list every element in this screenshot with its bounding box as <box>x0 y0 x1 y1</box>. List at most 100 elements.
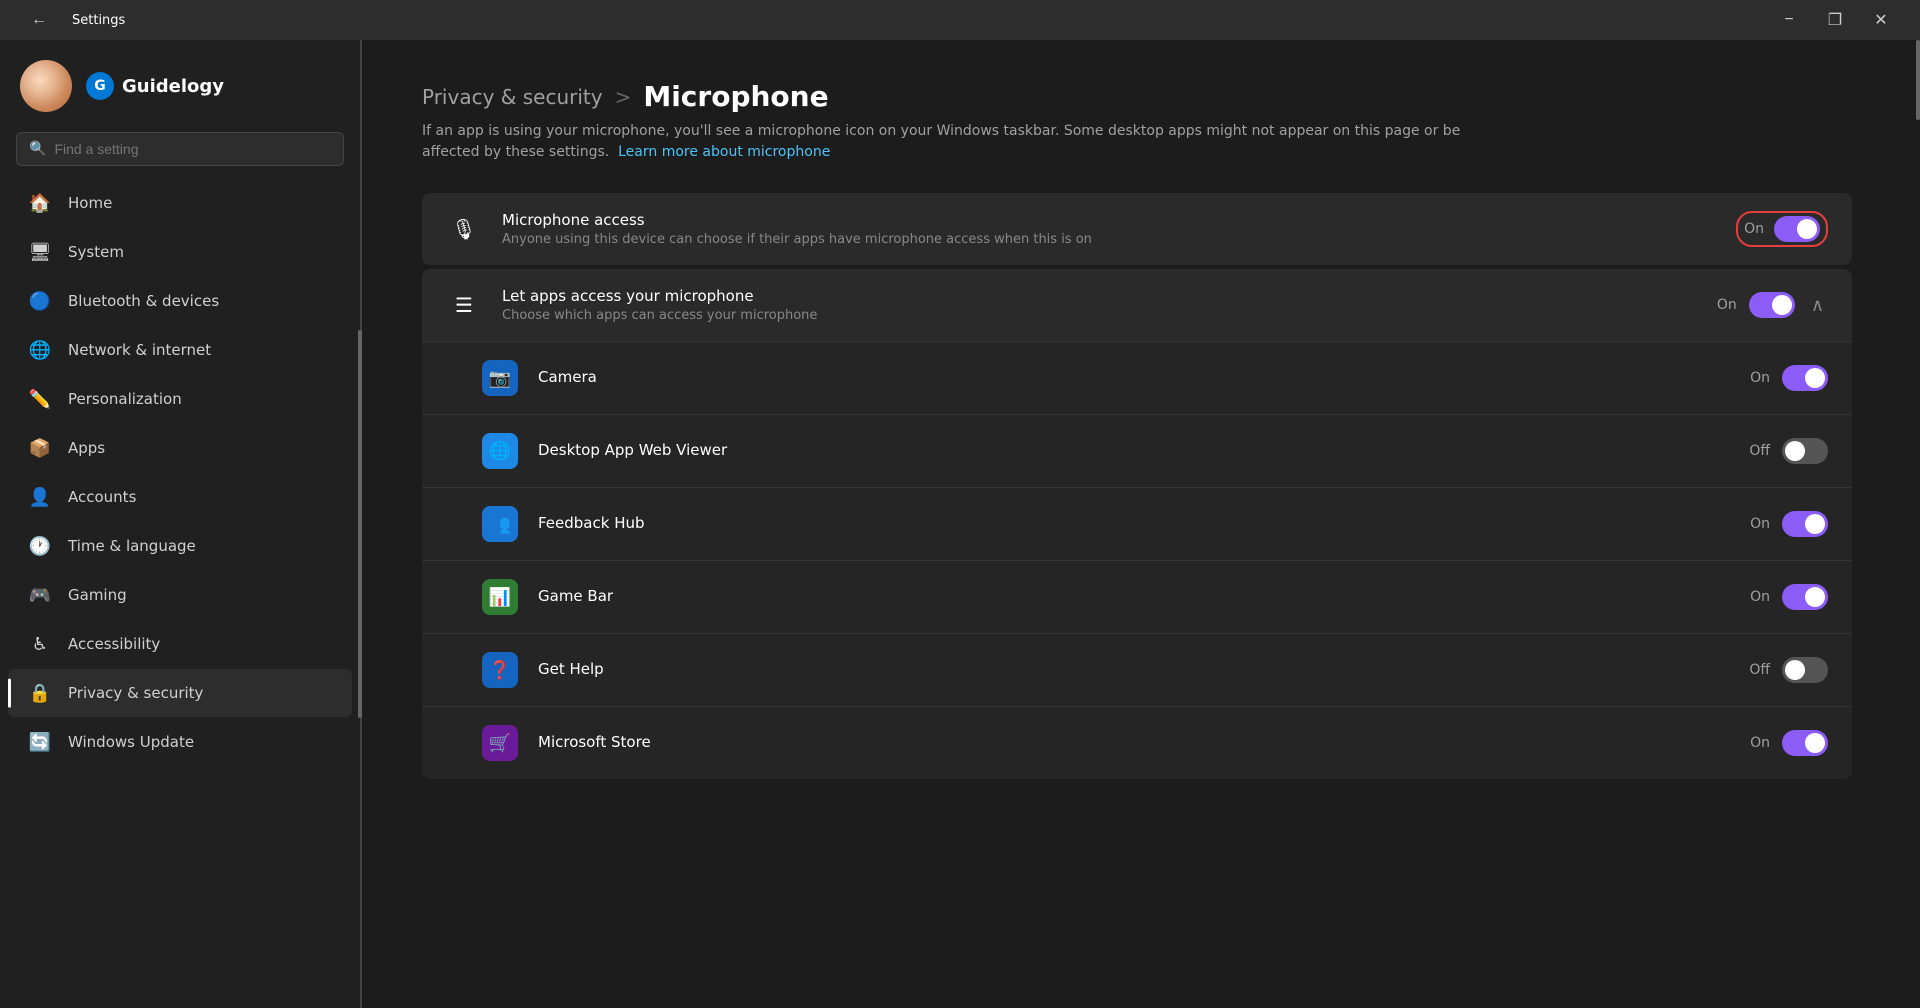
camera-state: On <box>1750 370 1770 386</box>
scrollbar-track[interactable] <box>1912 40 1920 1008</box>
microphone-access-subtitle: Anyone using this device can choose if t… <box>502 232 1736 247</box>
sidebar-item-label: Bluetooth & devices <box>68 292 219 310</box>
minimize-button[interactable]: − <box>1766 0 1812 40</box>
feedback-hub-row: 👥 Feedback Hub On <box>422 488 1852 561</box>
get-help-text: Get Help <box>538 660 1749 681</box>
scroll-thumb <box>358 330 362 717</box>
sidebar-item-update[interactable]: 🔄 Windows Update <box>8 718 352 766</box>
main-content: Privacy & security > Microphone If an ap… <box>362 40 1912 1008</box>
titlebar: ← Settings − ❐ ✕ <box>0 0 1920 40</box>
microsoft-store-toggle[interactable] <box>1782 730 1828 756</box>
time-icon: 🕐 <box>28 534 52 558</box>
camera-toggle[interactable] <box>1782 365 1828 391</box>
accessibility-icon: ♿ <box>28 632 52 656</box>
breadcrumb-separator: > <box>615 85 632 109</box>
brand: G Guidelogy <box>86 72 224 100</box>
sidebar-item-label: Privacy & security <box>68 684 203 702</box>
get-help-toggle[interactable] <box>1782 657 1828 683</box>
microphone-access-text: Microphone access Anyone using this devi… <box>502 211 1736 247</box>
sidebar-item-accounts[interactable]: 👤 Accounts <box>8 473 352 521</box>
desktop-web-viewer-control: Off <box>1749 438 1828 464</box>
sidebar-item-network[interactable]: 🌐 Network & internet <box>8 326 352 374</box>
sidebar-divider <box>360 40 362 1008</box>
page-title: Microphone <box>643 80 828 113</box>
let-apps-access-title: Let apps access your microphone <box>502 287 1717 305</box>
sidebar-item-personalization[interactable]: ✏️ Personalization <box>8 375 352 423</box>
desktop-web-viewer-toggle[interactable] <box>1782 438 1828 464</box>
close-button[interactable]: ✕ <box>1858 0 1904 40</box>
desktop-web-viewer-text: Desktop App Web Viewer <box>538 441 1749 462</box>
search-input[interactable] <box>54 141 331 157</box>
bluetooth-icon: 🔵 <box>28 289 52 313</box>
restore-button[interactable]: ❐ <box>1812 0 1858 40</box>
microphone-access-row: 🎙 Microphone access Anyone using this de… <box>422 193 1852 265</box>
microsoft-store-control: On <box>1750 730 1828 756</box>
game-bar-control: On <box>1750 584 1828 610</box>
window-controls: − ❐ ✕ <box>1766 0 1904 40</box>
sidebar-user: G Guidelogy <box>0 40 360 132</box>
let-apps-access-subtitle: Choose which apps can access your microp… <box>502 308 1717 323</box>
search-box[interactable]: 🔍 <box>16 132 344 166</box>
privacy-icon: 🔒 <box>28 681 52 705</box>
scrollbar-thumb[interactable] <box>1916 40 1920 120</box>
microsoft-store-state: On <box>1750 735 1770 751</box>
sidebar-item-gaming[interactable]: 🎮 Gaming <box>8 571 352 619</box>
camera-app-icon: 📷 <box>482 360 518 396</box>
microphone-access-state: On <box>1744 221 1764 237</box>
microsoft-store-row: 🛒 Microsoft Store On <box>422 707 1852 779</box>
desktop-web-viewer-state: Off <box>1749 443 1770 459</box>
sidebar-item-accessibility[interactable]: ♿ Accessibility <box>8 620 352 668</box>
sidebar-item-apps[interactable]: 📦 Apps <box>8 424 352 472</box>
let-apps-expand-button[interactable]: ∧ <box>1807 291 1828 320</box>
learn-more-link[interactable]: Learn more about microphone <box>618 144 830 160</box>
let-apps-access-toggle[interactable] <box>1749 292 1795 318</box>
sidebar-item-home[interactable]: 🏠 Home <box>8 179 352 227</box>
network-icon: 🌐 <box>28 338 52 362</box>
breadcrumb: Privacy & security > Microphone <box>422 80 1852 113</box>
game-bar-text: Game Bar <box>538 587 1750 608</box>
back-button[interactable]: ← <box>16 0 62 40</box>
sidebar-item-label: Apps <box>68 439 105 457</box>
microphone-access-toggle[interactable] <box>1774 216 1820 242</box>
camera-row: 📷 Camera On <box>422 342 1852 415</box>
let-apps-access-text: Let apps access your microphone Choose w… <box>502 287 1717 323</box>
game-bar-row: 📊 Game Bar On <box>422 561 1852 634</box>
microsoft-store-text: Microsoft Store <box>538 733 1750 754</box>
sidebar-item-system[interactable]: 🖥 System <box>8 228 352 276</box>
avatar <box>20 60 72 112</box>
get-help-row: ❓ Get Help Off <box>422 634 1852 707</box>
sidebar-item-label: Network & internet <box>68 341 211 359</box>
feedback-hub-control: On <box>1750 511 1828 537</box>
feedback-hub-icon: 👥 <box>482 506 518 542</box>
camera-app-title: Camera <box>538 368 1750 386</box>
app-body: G Guidelogy 🔍 🏠 Home 🖥 System 🔵 Bluetoot… <box>0 40 1920 1008</box>
let-apps-access-state: On <box>1717 297 1737 313</box>
sidebar-item-label: Accounts <box>68 488 136 506</box>
game-bar-title: Game Bar <box>538 587 1750 605</box>
breadcrumb-parent[interactable]: Privacy & security <box>422 85 603 109</box>
sidebar-item-privacy[interactable]: 🔒 Privacy & security <box>8 669 352 717</box>
sidebar-nav: 🏠 Home 🖥 System 🔵 Bluetooth & devices 🌐 … <box>0 178 360 767</box>
page-description: If an app is using your microphone, you'… <box>422 121 1472 163</box>
sidebar-item-label: Home <box>68 194 112 212</box>
feedback-hub-state: On <box>1750 516 1770 532</box>
home-icon: 🏠 <box>28 191 52 215</box>
desktop-web-viewer-row: 🌐 Desktop App Web Viewer Off <box>422 415 1852 488</box>
sidebar-item-label: Accessibility <box>68 635 160 653</box>
sidebar-item-time[interactable]: 🕐 Time & language <box>8 522 352 570</box>
microsoft-store-icon: 🛒 <box>482 725 518 761</box>
update-icon: 🔄 <box>28 730 52 754</box>
sidebar-item-label: System <box>68 243 124 261</box>
search-icon: 🔍 <box>29 141 46 157</box>
get-help-control: Off <box>1749 657 1828 683</box>
titlebar-left: ← Settings <box>16 0 125 40</box>
microsoft-store-title: Microsoft Store <box>538 733 1750 751</box>
feedback-hub-toggle[interactable] <box>1782 511 1828 537</box>
microphone-access-toggle-highlight: On <box>1736 211 1828 247</box>
game-bar-toggle[interactable] <box>1782 584 1828 610</box>
sidebar: G Guidelogy 🔍 🏠 Home 🖥 System 🔵 Bluetoot… <box>0 40 360 1008</box>
personalization-icon: ✏️ <box>28 387 52 411</box>
sidebar-item-bluetooth[interactable]: 🔵 Bluetooth & devices <box>8 277 352 325</box>
sidebar-item-label: Time & language <box>68 537 196 555</box>
gaming-icon: 🎮 <box>28 583 52 607</box>
